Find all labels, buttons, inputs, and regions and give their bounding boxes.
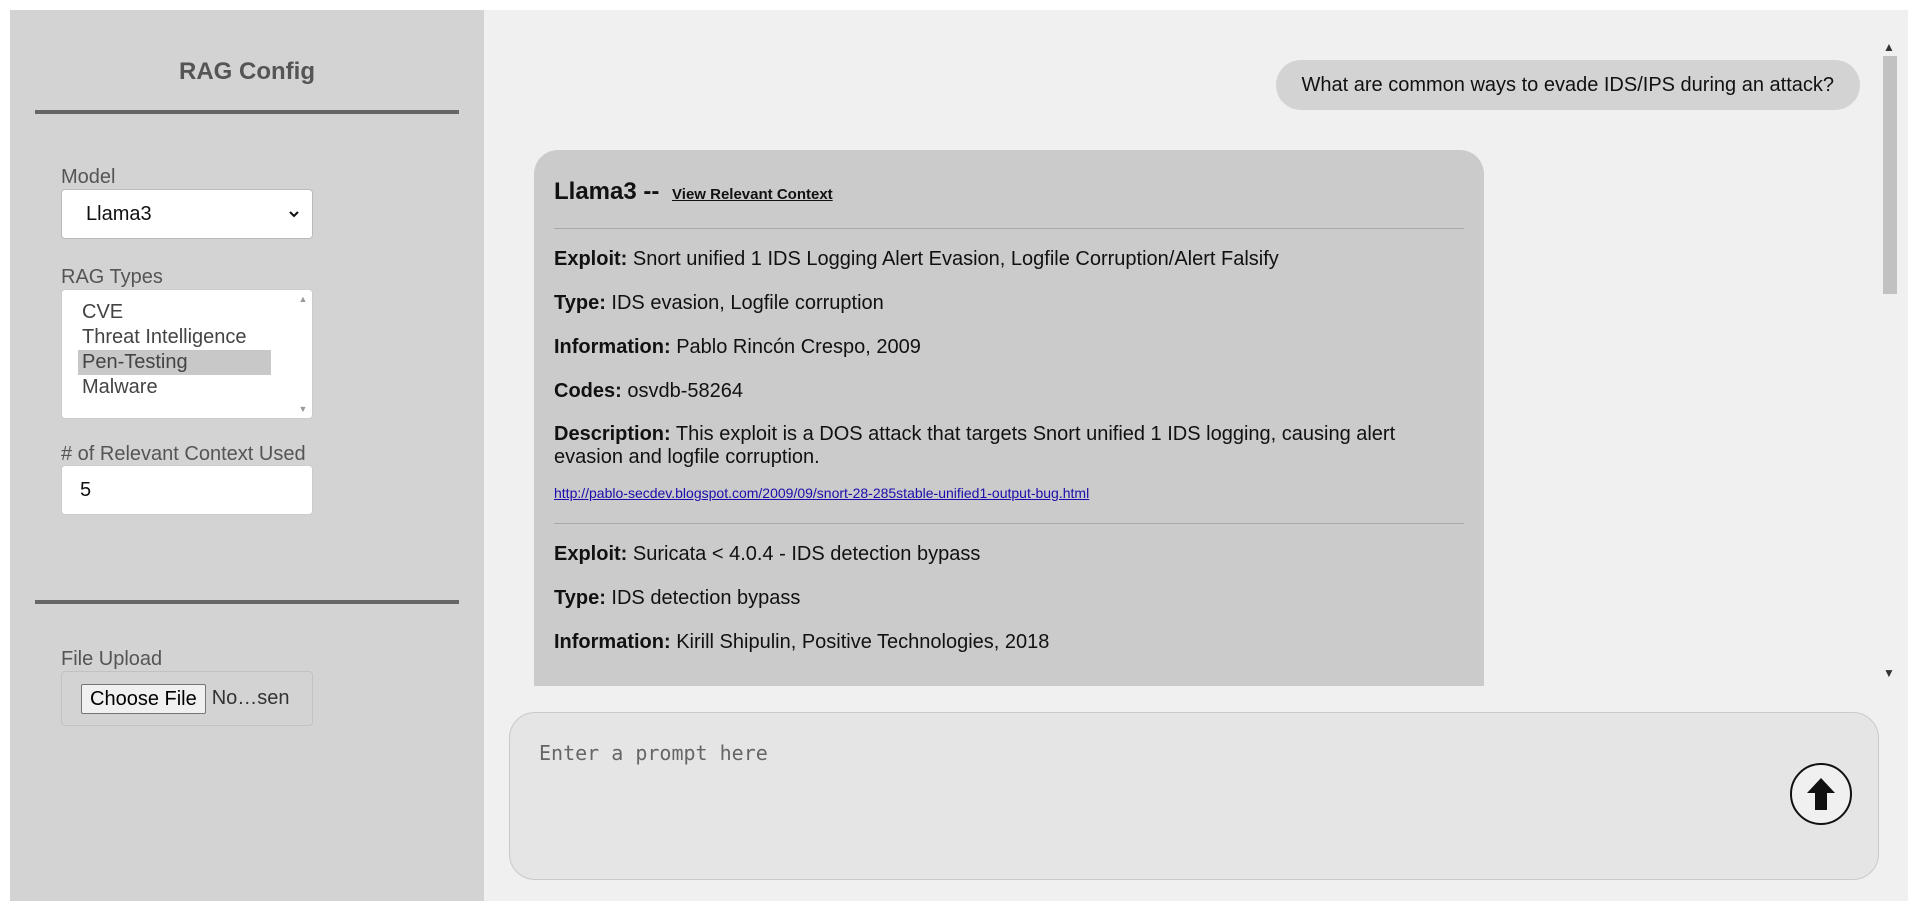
send-button[interactable]: [1790, 763, 1852, 825]
type-label: Type:: [554, 292, 606, 314]
scroll-up-icon[interactable]: ▲: [1880, 40, 1898, 54]
codes-label: Codes:: [554, 380, 622, 402]
exploit-line: Exploit: Snort unified 1 IDS Logging Ale…: [554, 247, 1464, 271]
scroll-down-icon[interactable]: ▼: [298, 404, 308, 414]
chat-scrollbar[interactable]: ▲ ▼: [1880, 40, 1898, 680]
chevron-down-icon: [289, 211, 299, 218]
info-line: Information: Kirill Shipulin, Positive T…: [554, 630, 1464, 654]
sidebar-title: RAG Config: [179, 58, 315, 85]
description-label: Description:: [554, 423, 671, 445]
rag-type-option-selected[interactable]: Pen-Testing: [78, 350, 271, 375]
chat-history: What are common ways to evade IDS/IPS du…: [484, 10, 1908, 686]
prompt-input[interactable]: Enter a prompt here: [509, 712, 1879, 880]
exploit-label: Exploit:: [554, 248, 628, 270]
model-select[interactable]: Llama3: [61, 189, 313, 239]
view-context-link[interactable]: View Relevant Context: [672, 186, 833, 203]
main-panel: What are common ways to evade IDS/IPS du…: [484, 10, 1908, 901]
user-message: What are common ways to evade IDS/IPS du…: [1275, 60, 1860, 110]
file-upload-field: Choose File No…sen: [61, 671, 313, 726]
sidebar: RAG Config Model Llama3 RAG Types CVE Th…: [10, 10, 484, 901]
scroll-down-icon[interactable]: ▼: [1880, 666, 1898, 680]
info-value: Kirill Shipulin, Positive Technologies, …: [676, 631, 1050, 653]
rag-types-listbox[interactable]: CVE Threat Intelligence Pen-Testing Malw…: [61, 289, 313, 419]
type-line: Type: IDS evasion, Logfile corruption: [554, 291, 1464, 315]
listbox-scrollbar[interactable]: ▲ ▼: [298, 294, 308, 414]
rag-type-option[interactable]: Malware: [78, 375, 271, 400]
context-count-input[interactable]: 5: [61, 465, 313, 515]
rag-types-label: RAG Types: [61, 266, 163, 288]
divider: [554, 228, 1464, 229]
type-label: Type:: [554, 587, 606, 609]
divider: [35, 110, 459, 114]
prompt-placeholder: Enter a prompt here: [539, 741, 768, 765]
model-label: Model: [61, 166, 116, 188]
file-upload-label: File Upload: [61, 648, 163, 670]
info-label: Information:: [554, 336, 671, 358]
model-selected-value: Llama3: [86, 202, 152, 225]
app: RAG Config Model Llama3 RAG Types CVE Th…: [10, 10, 1908, 901]
info-label: Information:: [554, 631, 671, 653]
info-value: Pablo Rincón Crespo, 2009: [676, 336, 921, 358]
rag-type-option[interactable]: CVE: [78, 300, 271, 325]
rag-type-option[interactable]: Threat Intelligence: [78, 325, 271, 350]
scrollbar-thumb[interactable]: [1883, 56, 1897, 294]
reference-link[interactable]: http://pablo-secdev.blogspot.com/2009/09…: [554, 485, 1464, 501]
file-status: No…sen: [211, 687, 290, 709]
bot-response-card: Llama3 -- View Relevant Context Exploit:…: [534, 150, 1484, 686]
codes-line: Codes: osvdb-58264: [554, 379, 1464, 403]
divider: [554, 523, 1464, 524]
description-value: This exploit is a DOS attack that target…: [554, 423, 1396, 468]
exploit-line: Exploit: Suricata < 4.0.4 - IDS detectio…: [554, 542, 1464, 566]
bot-header: Llama3 -- View Relevant Context: [554, 178, 1464, 206]
codes-value: osvdb-58264: [627, 380, 744, 402]
context-label: # of Relevant Context Used: [61, 443, 306, 465]
arrow-up-icon: [1807, 778, 1835, 810]
scroll-up-icon[interactable]: ▲: [298, 294, 308, 304]
bot-name: Llama3 --: [554, 178, 660, 205]
description-line: Description: This exploit is a DOS attac…: [554, 423, 1464, 469]
exploit-value: Snort unified 1 IDS Logging Alert Evasio…: [632, 248, 1279, 270]
exploit-label: Exploit:: [554, 543, 628, 565]
type-value: IDS detection bypass: [611, 587, 801, 609]
divider: [35, 600, 459, 604]
choose-file-button[interactable]: Choose File: [81, 683, 206, 714]
type-value: IDS evasion, Logfile corruption: [611, 292, 884, 314]
type-line: Type: IDS detection bypass: [554, 586, 1464, 610]
exploit-value: Suricata < 4.0.4 - IDS detection bypass: [632, 543, 981, 565]
info-line: Information: Pablo Rincón Crespo, 2009: [554, 335, 1464, 359]
